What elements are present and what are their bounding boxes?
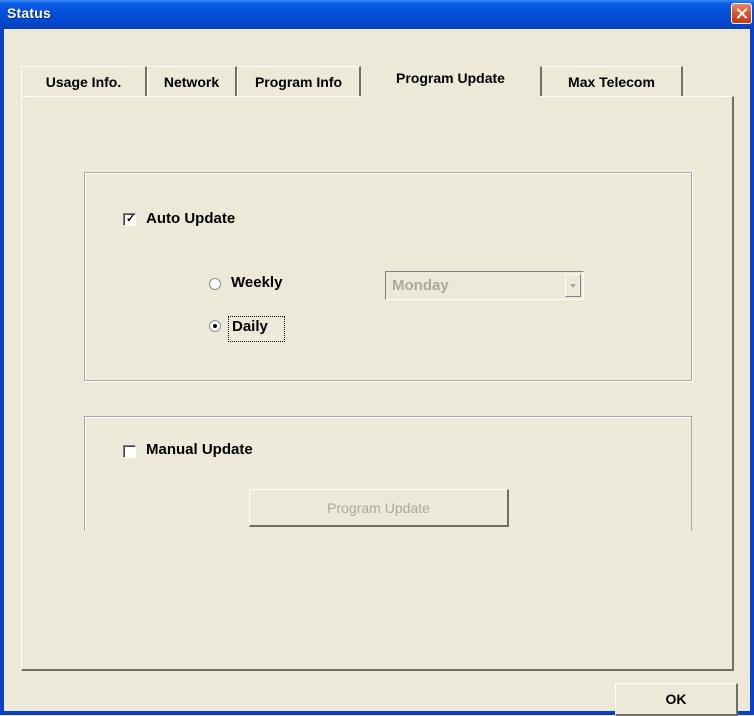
auto-update-label[interactable]: Auto Update — [146, 210, 235, 227]
ok-button-label: OK — [665, 691, 687, 707]
checkmark-icon: ✓ — [126, 213, 136, 225]
program-update-button-label: Program Update — [327, 499, 430, 516]
daily-radio[interactable] — [209, 320, 221, 332]
manual-update-checkbox[interactable] — [123, 445, 136, 458]
close-icon[interactable] — [731, 3, 752, 24]
tab-label: Program Update — [396, 69, 505, 86]
day-dropdown[interactable]: Monday — [385, 271, 584, 300]
title-bar[interactable]: Status — [0, 0, 754, 29]
tab-program-info[interactable]: Program Info — [237, 66, 361, 97]
program-update-button[interactable]: Program Update — [249, 489, 509, 527]
ok-button[interactable]: OK — [615, 683, 738, 716]
chevron-down-icon — [570, 284, 576, 288]
tab-label: Program Info — [254, 74, 343, 90]
tab-label: Max Telecom — [568, 74, 655, 90]
tab-usage-info[interactable]: Usage Info. — [21, 66, 147, 97]
daily-label[interactable]: Daily — [232, 318, 268, 335]
manual-update-label[interactable]: Manual Update — [146, 441, 253, 458]
weekly-label[interactable]: Weekly — [231, 274, 282, 291]
tab-program-update[interactable]: Program Update — [361, 62, 540, 97]
tab-network[interactable]: Network — [147, 66, 237, 97]
auto-update-checkbox[interactable]: ✓ — [123, 213, 136, 226]
tab-max-telecom[interactable]: Max Telecom — [540, 66, 683, 97]
radio-selected-dot — [213, 324, 217, 328]
tab-label: Network — [163, 74, 220, 90]
window-title: Status — [7, 5, 51, 21]
day-dropdown-value: Monday — [392, 277, 449, 294]
tab-label: Usage Info. — [45, 74, 122, 90]
dropdown-button[interactable] — [565, 274, 581, 297]
weekly-radio[interactable] — [209, 278, 221, 290]
